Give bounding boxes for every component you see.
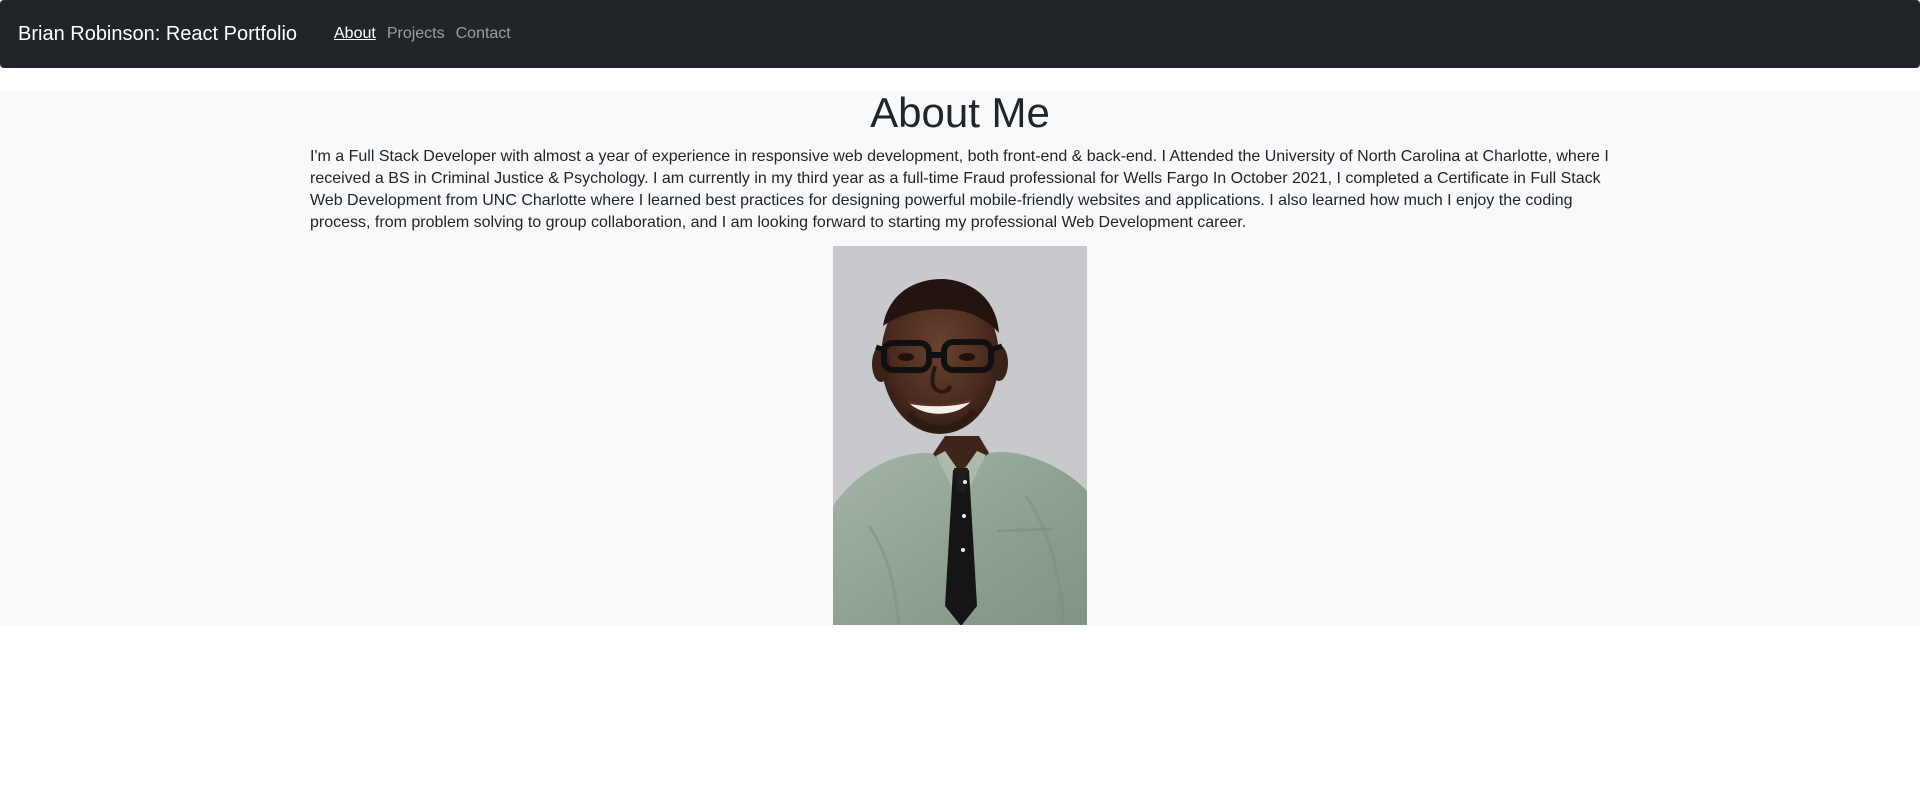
top-navbar: Brian Robinson: React Portfolio About Pr… [0,0,1920,68]
portrait-illustration [833,246,1087,625]
page-title: About Me [870,91,1050,136]
nav-link-about[interactable]: About [334,24,376,44]
about-section: About Me I'm a Full Stack Developer with… [0,91,1920,625]
nav-link-contact[interactable]: Contact [456,24,511,44]
nav-links: About Projects Contact [334,24,511,44]
site-brand[interactable]: Brian Robinson: React Portfolio [18,22,297,46]
about-bio: I'm a Full Stack Developer with almost a… [310,148,1609,231]
profile-photo [833,246,1087,625]
nav-link-projects[interactable]: Projects [387,24,445,44]
